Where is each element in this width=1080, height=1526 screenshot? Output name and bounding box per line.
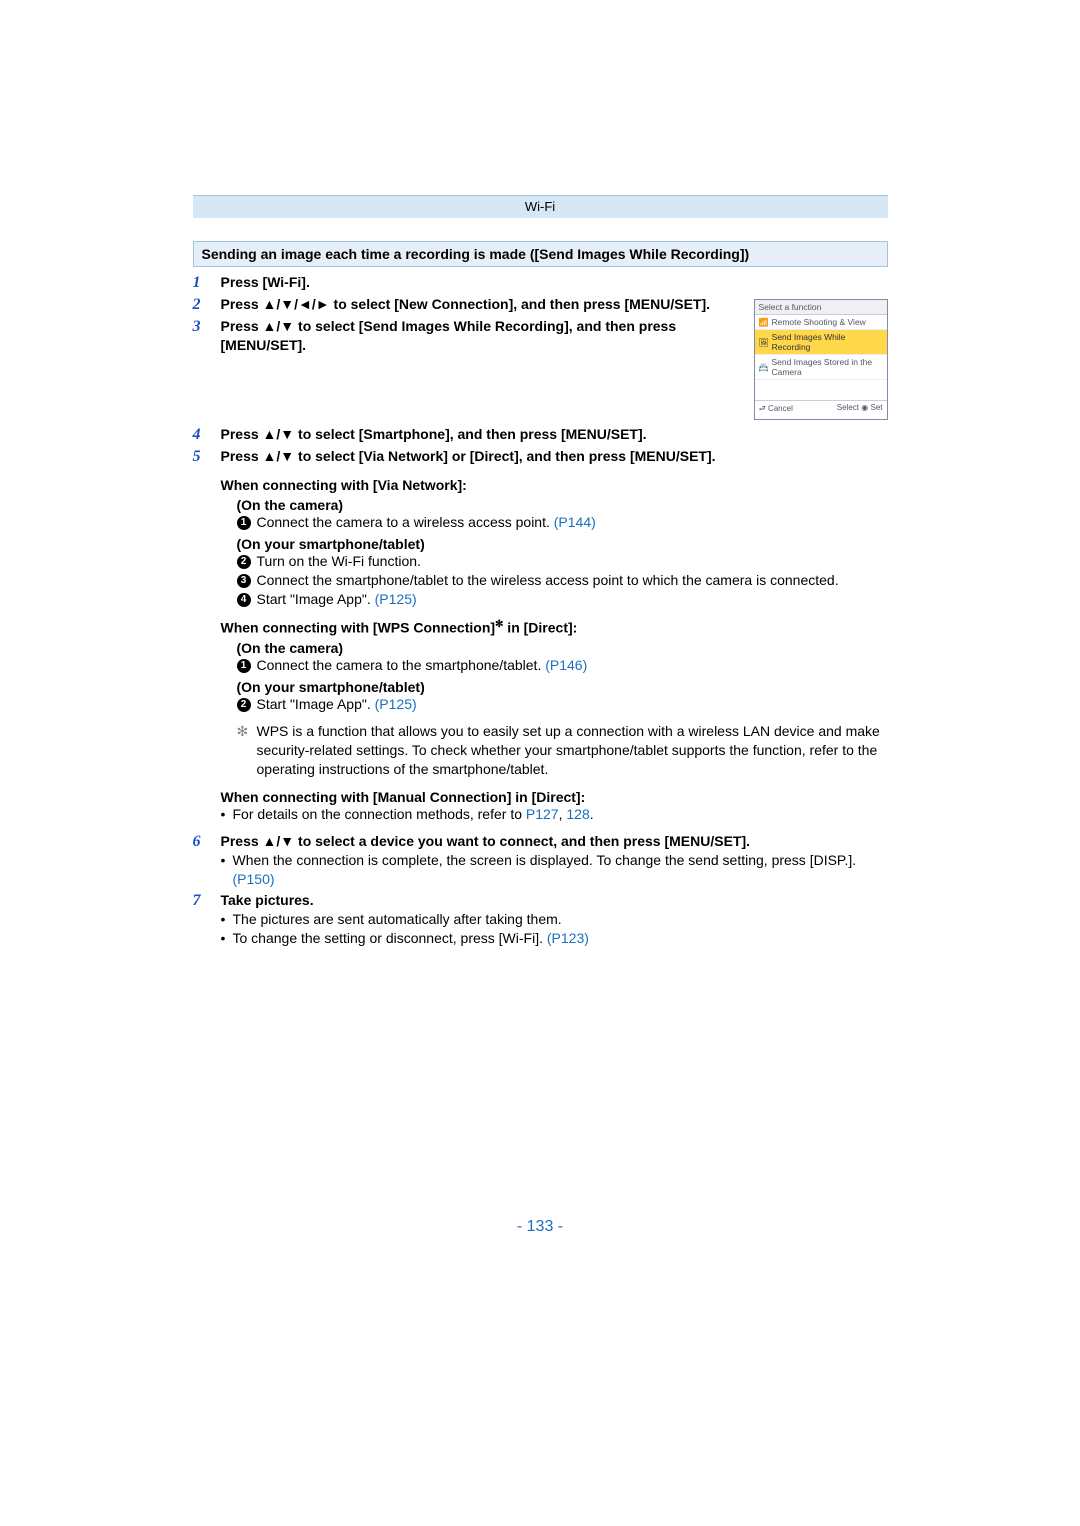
list-item: • When the connection is complete, the s…: [221, 851, 888, 889]
wps-block: When connecting with [WPS Connection]✻ i…: [221, 619, 888, 779]
step-number: 3: [193, 317, 221, 337]
list-item: 3 Connect the smartphone/tablet to the w…: [237, 571, 888, 590]
step-circle-icon: 1: [237, 659, 251, 673]
updown-arrows-icon: ▲/▼: [263, 448, 295, 464]
list-item: •To change the setting or disconnect, pr…: [221, 929, 888, 948]
list-item: 1 Connect the camera to the smartphone/t…: [237, 656, 888, 675]
sub-heading: When connecting with [WPS Connection]✻ i…: [221, 619, 888, 636]
topic-title: Sending an image each time a recording i…: [193, 241, 888, 267]
list-item: 4 Start "Image App". (P125): [237, 590, 888, 609]
page-link[interactable]: (P125): [375, 696, 417, 712]
sub-sub-heading: (On your smartphone/tablet): [237, 536, 888, 552]
sub-heading: When connecting with [Manual Connection]…: [221, 789, 888, 805]
sub-sub-heading: (On your smartphone/tablet): [237, 679, 888, 695]
step-text: Press ▲/▼ to select a device you want to…: [221, 832, 888, 889]
step-circle-icon: 2: [237, 698, 251, 712]
page-link[interactable]: (P146): [545, 657, 587, 673]
page: Wi-Fi Sending an image each time a recor…: [193, 195, 888, 1236]
step-7: 7 Take pictures. •The pictures are sent …: [193, 891, 888, 948]
wifi-icon: 📶: [759, 318, 769, 327]
page-link[interactable]: 128: [566, 806, 589, 822]
step-text: Press [Wi-Fi].: [221, 273, 888, 292]
cam-footer: ⮐ Cancel Select ◉ Set: [755, 400, 887, 419]
cam-item-send-stored: 📇Send Images Stored in the Camera: [755, 355, 887, 380]
list-item: 2 Turn on the Wi-Fi function.: [237, 552, 888, 571]
step-4: 4 Press ▲/▼ to select [Smartphone], and …: [193, 425, 888, 445]
step-number: 2: [193, 295, 221, 315]
cam-item-remote: 📶Remote Shooting & View: [755, 315, 887, 330]
sd-icon: 📇: [759, 363, 769, 372]
page-link[interactable]: (P150): [233, 871, 275, 887]
page-link[interactable]: (P125): [375, 591, 417, 607]
step-number: 4: [193, 425, 221, 445]
sub-heading: When connecting with [Via Network]:: [221, 477, 888, 493]
page-number: - 133 -: [193, 1218, 888, 1236]
list-item: • For details on the connection methods,…: [221, 805, 888, 824]
page-link[interactable]: (P144): [554, 514, 596, 530]
step-text: Press ▲/▼ to select [Smartphone], and th…: [221, 425, 888, 444]
list-item: 2 Start "Image App". (P125): [237, 695, 888, 714]
cam-item-send-while-recording: 🖼Send Images While Recording: [755, 330, 887, 355]
footnote: ✻ WPS is a function that allows you to e…: [237, 722, 888, 779]
back-icon: ⮐: [759, 404, 766, 413]
manual-block: When connecting with [Manual Connection]…: [221, 789, 888, 824]
sub-sub-heading: (On the camera): [237, 640, 888, 656]
updown-arrows-icon: ▲/▼: [263, 318, 295, 334]
step-circle-icon: 4: [237, 593, 251, 607]
step-6: 6 Press ▲/▼ to select a device you want …: [193, 832, 888, 889]
step-1: 1 Press [Wi-Fi].: [193, 273, 888, 293]
sub-sub-heading: (On the camera): [237, 497, 888, 513]
step-number: 6: [193, 832, 221, 852]
step-circle-icon: 2: [237, 555, 251, 569]
list-item: 1 Connect the camera to a wireless acces…: [237, 513, 888, 532]
list-item: •The pictures are sent automatically aft…: [221, 910, 888, 929]
step-circle-icon: 3: [237, 574, 251, 588]
step-text: Take pictures. •The pictures are sent au…: [221, 891, 888, 948]
image-icon: 🖼: [759, 338, 769, 347]
step-number: 5: [193, 447, 221, 467]
ok-icon: ◉: [861, 403, 868, 412]
updown-arrows-icon: ▲/▼: [263, 426, 295, 442]
section-header: Wi-Fi: [193, 195, 888, 219]
cam-title: Select a function: [755, 300, 887, 315]
step-circle-icon: 1: [237, 516, 251, 530]
camera-screen-illustration: Select a function 📶Remote Shooting & Vie…: [754, 299, 888, 420]
via-network-block: When connecting with [Via Network]: (On …: [221, 477, 888, 609]
page-link[interactable]: P127: [526, 806, 559, 822]
dpad-arrows-icon: ▲/▼/◄/►: [263, 296, 330, 312]
step-number: 1: [193, 273, 221, 293]
page-link[interactable]: (P123): [547, 930, 589, 946]
step-text: Press ▲/▼ to select [Via Network] or [Di…: [221, 447, 888, 466]
step-number: 7: [193, 891, 221, 911]
step-5: 5 Press ▲/▼ to select [Via Network] or […: [193, 447, 888, 467]
updown-arrows-icon: ▲/▼: [263, 833, 295, 849]
asterisk-icon: ✻: [237, 722, 257, 779]
